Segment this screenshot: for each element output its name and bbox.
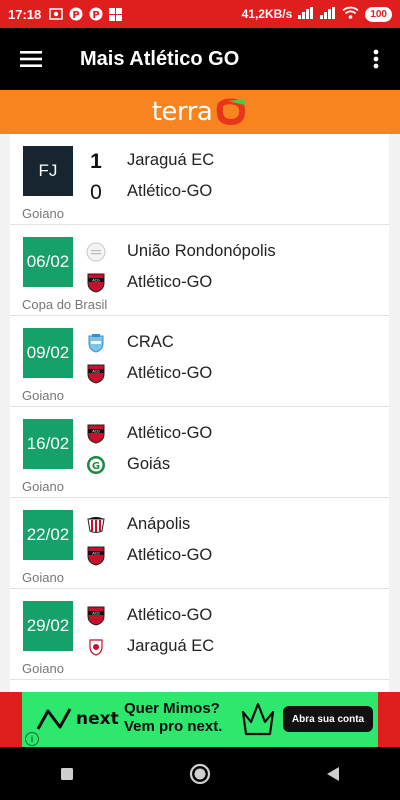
svg-text:ACG: ACG [92, 429, 100, 433]
ad-headline-line-1: Quer Mimos? [124, 700, 220, 717]
home-team-name: União Rondonópolis [127, 242, 276, 260]
network-speed: 41,2KB/s [241, 7, 293, 21]
signal-icon [298, 6, 314, 22]
square-icon [60, 767, 73, 780]
match-row[interactable]: 16/02 ACG G Atlético-GO Goiás Goiano [10, 407, 389, 498]
svg-text:ACG: ACG [92, 551, 100, 555]
anapolis-crest-icon [86, 515, 106, 535]
away-team-name: Atlético-GO [127, 546, 213, 564]
svg-text:ACG: ACG [92, 369, 100, 373]
next-logo-text: next [76, 709, 119, 729]
back-button[interactable] [313, 754, 353, 794]
signal-icon-2 [320, 6, 336, 22]
back-triangle-icon [327, 766, 340, 781]
home-team-name: Atlético-GO [127, 606, 213, 624]
p-app-notification-icon: P [69, 7, 83, 21]
crown-icon [241, 702, 275, 736]
atletico-go-crest-icon: ACG [86, 364, 106, 384]
goias-crest-icon: G [86, 455, 106, 475]
home-team-name: CRAC [127, 333, 174, 351]
p-app-notification-icon-2: P [89, 7, 103, 21]
menu-button[interactable] [0, 28, 62, 90]
terra-brand-banner[interactable]: terra [0, 90, 400, 134]
recent-apps-button[interactable] [47, 754, 87, 794]
windows-notification-icon [109, 7, 123, 21]
next-logo: next [36, 707, 119, 731]
match-list[interactable]: FJ 1 0 Jaraguá EC Atlético-GO Goiano 06/… [10, 134, 389, 692]
app-bar: Mais Atlético GO [0, 28, 400, 90]
away-team-name: Atlético-GO [127, 273, 213, 291]
atletico-go-crest-icon: ACG [86, 273, 106, 293]
more-vertical-icon [373, 49, 379, 69]
uniao-crest-icon [86, 242, 106, 262]
hamburger-menu-icon [20, 51, 42, 67]
match-date-tile: 29/02 [23, 601, 73, 651]
match-row[interactable]: 06/02 ACG União Rondonópolis Atlético-GO… [10, 225, 389, 316]
away-team-name: Atlético-GO [127, 364, 213, 382]
ad-info-icon[interactable]: i [25, 732, 39, 746]
advertisement-banner[interactable]: next Quer Mimos? Vem pro next. Abra sua … [0, 692, 400, 747]
gallery-notification-icon [49, 8, 63, 20]
battery-indicator: 100 [365, 6, 392, 22]
page-title: Mais Atlético GO [80, 47, 240, 70]
svg-text:G: G [92, 461, 100, 472]
competition-label: Copa do Brasil [22, 297, 108, 312]
svg-text:P: P [93, 10, 100, 21]
ad-headline-line-2: Vem pro next. [124, 718, 223, 735]
wifi-icon [342, 6, 359, 22]
circle-icon [189, 763, 211, 784]
away-team-name: Goiás [127, 455, 171, 473]
atletico-go-crest-icon: ACG [86, 424, 106, 444]
match-row[interactable]: FJ 1 0 Jaraguá EC Atlético-GO Goiano [10, 134, 389, 225]
away-team-name: Atlético-GO [127, 182, 213, 200]
match-row[interactable]: 29/02 ACG Atlético-GO Jaraguá EC Goiano [10, 589, 389, 680]
svg-text:P: P [73, 10, 80, 21]
jaragua-crest-icon [86, 637, 106, 657]
terra-logo-icon [216, 98, 246, 125]
next-logo-icon [36, 708, 72, 730]
away-score: 0 [90, 181, 102, 204]
svg-text:ACG: ACG [92, 611, 100, 615]
match-status-tile: FJ [23, 146, 73, 196]
home-team-name: Atlético-GO [127, 424, 213, 442]
crac-crest-icon [86, 333, 106, 353]
home-team-name: Jaraguá EC [127, 151, 215, 169]
match-date-tile: 16/02 [23, 419, 73, 469]
open-account-button[interactable]: Abra sua conta [283, 706, 373, 732]
terra-logo-text: terra [151, 97, 213, 127]
more-options-button[interactable] [362, 45, 390, 73]
away-team-name: Jaraguá EC [127, 637, 215, 655]
competition-label: Goiano [22, 206, 64, 221]
ad-right-border [378, 692, 400, 747]
home-button[interactable] [180, 754, 220, 794]
match-date-tile: 22/02 [23, 510, 73, 560]
system-navigation-bar [0, 747, 400, 800]
competition-label: Goiano [22, 388, 64, 403]
svg-text:ACG: ACG [92, 278, 100, 282]
match-row[interactable]: 22/02 ACG Anápolis Atlético-GO Goiano [10, 498, 389, 589]
ad-left-border [0, 692, 22, 747]
match-date-tile: 09/02 [23, 328, 73, 378]
home-team-name: Anápolis [127, 515, 191, 533]
ad-headline: Quer Mimos? Vem pro next. [124, 700, 222, 736]
competition-label: Goiano [22, 570, 64, 585]
status-bar: 17:18 P P 41,2KB/s 100 [0, 0, 400, 28]
match-date-tile: 06/02 [23, 237, 73, 287]
home-score: 1 [90, 150, 102, 173]
competition-label: Goiano [22, 479, 64, 494]
match-row[interactable]: 09/02 ACG CRAC Atlético-GO Goiano [10, 316, 389, 407]
status-time: 17:18 [8, 6, 42, 22]
competition-label: Goiano [22, 661, 64, 676]
atletico-go-crest-icon: ACG [86, 606, 106, 626]
atletico-go-crest-icon: ACG [86, 546, 106, 566]
